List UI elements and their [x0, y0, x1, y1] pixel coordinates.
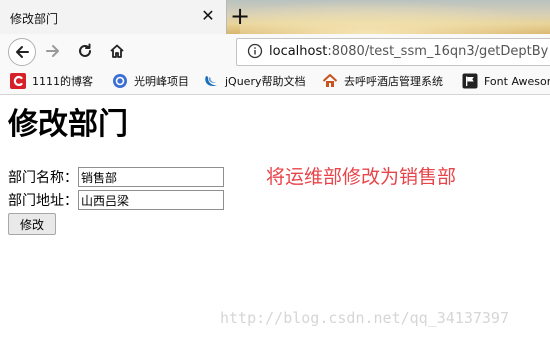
bookmark-label: 光明峰项目	[134, 75, 189, 88]
dept-address-row: 部门地址：	[8, 189, 224, 211]
address-bar[interactable]: localhost:8080/test_ssm_16qn3/getDeptBy	[236, 38, 550, 66]
annotation-text: 将运维部修改为销售部	[266, 166, 457, 188]
dept-address-label: 部门地址：	[8, 193, 78, 209]
dept-name-label: 部门名称：	[8, 170, 78, 186]
reload-button[interactable]	[72, 38, 98, 64]
url-path: :8080/test_ssm_16qn3/getDeptBy	[327, 44, 549, 59]
house-icon	[322, 74, 338, 87]
back-arrow-icon	[16, 46, 29, 58]
close-tab-icon[interactable]: ✕	[200, 7, 216, 25]
dept-name-row: 部门名称：	[8, 166, 224, 188]
reload-icon	[79, 43, 91, 57]
bookmark-hotel-system[interactable]: 去呼呼酒店管理系统	[322, 72, 443, 90]
bookmark-guangmingfeng[interactable]: 光明峰项目	[112, 72, 189, 90]
forward-arrow-icon	[46, 45, 59, 57]
dept-name-input[interactable]	[78, 167, 224, 187]
forward-button[interactable]	[40, 38, 66, 64]
tab-bar: 修改部门 ✕ +	[0, 0, 550, 34]
bookmark-label: 1111的博客	[32, 75, 93, 88]
tab-bar-background	[240, 0, 550, 34]
flag-icon	[462, 73, 478, 89]
bookmark-font-awesome[interactable]: Font Awesome	[462, 72, 550, 90]
bookmark-csdn-blog[interactable]: 1111的博客	[10, 72, 93, 90]
submit-button[interactable]: 修改	[8, 213, 56, 235]
navigation-bar: localhost:8080/test_ssm_16qn3/getDeptBy	[0, 34, 550, 69]
tab-title: 修改部门	[10, 12, 59, 26]
active-tab[interactable]: 修改部门 ✕	[0, 0, 227, 34]
page-title: 修改部门	[8, 107, 128, 142]
dept-address-input[interactable]	[78, 190, 224, 210]
home-icon	[110, 44, 124, 58]
url-host: localhost	[269, 44, 328, 59]
bookmark-jquery-docs[interactable]: jQuery帮助文档	[203, 72, 306, 90]
csdn-c-icon	[10, 73, 26, 89]
bookmark-label: jQuery帮助文档	[225, 75, 306, 88]
bookmarks-toolbar: 1111的博客 光明峰项目 jQuery帮助文档 去呼呼酒店管理系统 Font …	[0, 68, 550, 95]
bookmark-label: 去呼呼酒店管理系统	[344, 75, 443, 88]
new-tab-button[interactable]: +	[229, 2, 251, 30]
back-button[interactable]	[8, 38, 36, 66]
watermark: http://blog.csdn.net/qq_34137397	[220, 309, 509, 327]
info-icon[interactable]	[247, 43, 263, 59]
url-text[interactable]: localhost:8080/test_ssm_16qn3/getDeptBy	[269, 44, 548, 59]
jquery-icon	[205, 76, 217, 86]
home-button[interactable]	[104, 38, 130, 64]
blue-circle-icon	[113, 74, 127, 88]
bookmark-label: Font Awesome	[484, 74, 550, 88]
